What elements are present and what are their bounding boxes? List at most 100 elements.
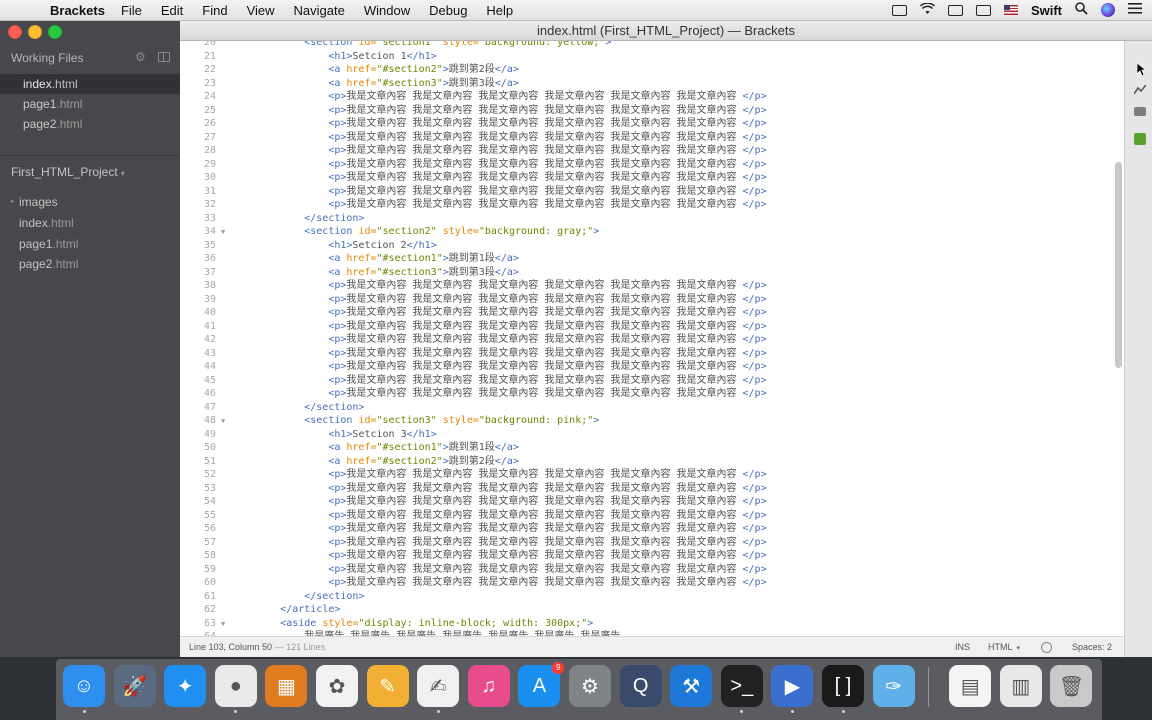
code-line[interactable]: 21 <h1>Setcion 1</h1>: [180, 50, 1124, 64]
finder-icon[interactable]: ☺: [63, 665, 105, 707]
code-line[interactable]: 44 <p>我是文章內容 我是文章內容 我是文章內容 我是文章內容 我是文章內容…: [180, 360, 1124, 374]
code-line[interactable]: 46 <p>我是文章內容 我是文章內容 我是文章內容 我是文章內容 我是文章內容…: [180, 387, 1124, 401]
chrome-icon[interactable]: ●: [214, 665, 257, 707]
extension-icon[interactable]: [1134, 133, 1146, 145]
pdf-document-icon[interactable]: ▤: [949, 665, 992, 707]
fold-toggle-icon[interactable]: ▼: [221, 618, 229, 632]
code-line[interactable]: 52 <p>我是文章內容 我是文章內容 我是文章內容 我是文章內容 我是文章內容…: [180, 468, 1124, 482]
code-line[interactable]: 32 <p>我是文章內容 我是文章內容 我是文章內容 我是文章內容 我是文章內容…: [180, 198, 1124, 212]
language-selector[interactable]: HTML ▾: [988, 642, 1020, 652]
launchpad-icon[interactable]: 🚀: [113, 665, 156, 707]
code-line[interactable]: 54 <p>我是文章內容 我是文章內容 我是文章內容 我是文章內容 我是文章內容…: [180, 495, 1124, 509]
screen-recording-icon[interactable]: [891, 4, 907, 16]
code-line[interactable]: 48 ▼ <section id="section3" style="backgr…: [180, 414, 1124, 428]
code-line[interactable]: 51 <a href="#section2">跳到第2段</a>: [180, 455, 1124, 469]
linter-status-icon[interactable]: [1041, 642, 1052, 653]
color-picker-icon[interactable]: ✑: [872, 665, 915, 707]
menu-find[interactable]: Find: [202, 3, 227, 18]
code-line[interactable]: 63 ▼ <aside style="display: inline-block;…: [180, 617, 1124, 631]
code-line[interactable]: 25 <p>我是文章內容 我是文章內容 我是文章內容 我是文章內容 我是文章內容…: [180, 104, 1124, 118]
code-line[interactable]: 36 <a href="#section1">跳到第1段</a>: [180, 252, 1124, 266]
fold-toggle-icon[interactable]: ▼: [221, 415, 229, 429]
code-line[interactable]: 56 <p>我是文章內容 我是文章內容 我是文章內容 我是文章內容 我是文章內容…: [180, 522, 1124, 536]
code-line[interactable]: 47 </section>: [180, 401, 1124, 415]
menu-window[interactable]: Window: [364, 3, 410, 18]
code-line[interactable]: 49 <h1>Setcion 3</h1>: [180, 428, 1124, 442]
working-file-page1[interactable]: page1.html: [0, 94, 180, 114]
tree-file-page1[interactable]: page1.html: [19, 237, 78, 251]
itunes-icon[interactable]: ♫: [467, 665, 510, 707]
code-line[interactable]: 33 </section>: [180, 212, 1124, 226]
us-flag-icon[interactable]: [1003, 5, 1018, 15]
brackets-icon[interactable]: [ ]: [822, 665, 864, 707]
system-preferences-icon[interactable]: ⚙: [569, 665, 611, 707]
code-line[interactable]: 60 <p>我是文章內容 我是文章內容 我是文章內容 我是文章內容 我是文章內容…: [180, 576, 1124, 590]
code-line[interactable]: 29 <p>我是文章內容 我是文章內容 我是文章內容 我是文章內容 我是文章內容…: [180, 158, 1124, 172]
code-line[interactable]: 55 <p>我是文章內容 我是文章內容 我是文章內容 我是文章內容 我是文章內容…: [180, 509, 1124, 523]
working-file-index[interactable]: index.html: [0, 74, 180, 94]
app-menu-brackets[interactable]: Brackets: [50, 3, 105, 18]
code-line[interactable]: 57 <p>我是文章內容 我是文章內容 我是文章內容 我是文章內容 我是文章內容…: [180, 536, 1124, 550]
code-line[interactable]: 58 <p>我是文章內容 我是文章內容 我是文章內容 我是文章內容 我是文章內容…: [180, 549, 1124, 563]
notification-center-icon[interactable]: [1128, 3, 1142, 17]
code-line[interactable]: 53 <p>我是文章內容 我是文章內容 我是文章內容 我是文章內容 我是文章內容…: [180, 482, 1124, 496]
gear-icon[interactable]: ⚙: [135, 50, 146, 64]
indent-setting[interactable]: Spaces: 2: [1072, 642, 1112, 652]
textedit-icon[interactable]: ✍: [417, 665, 460, 707]
code-line[interactable]: 62 </article>: [180, 603, 1124, 617]
menu-file[interactable]: File: [121, 3, 142, 18]
fold-toggle-icon[interactable]: ▼: [221, 226, 229, 240]
code-line[interactable]: 23 <a href="#section3">跳到第3段</a>: [180, 77, 1124, 91]
tree-file-index[interactable]: index.html: [19, 216, 74, 230]
code-line[interactable]: 50 <a href="#section1">跳到第1段</a>: [180, 441, 1124, 455]
terminal-icon[interactable]: >_: [720, 665, 763, 707]
code-line[interactable]: 41 <p>我是文章內容 我是文章內容 我是文章內容 我是文章內容 我是文章內容…: [180, 320, 1124, 334]
code-line[interactable]: 22 <a href="#section2">跳到第2段</a>: [180, 63, 1124, 77]
code-line[interactable]: 42 <p>我是文章內容 我是文章內容 我是文章內容 我是文章內容 我是文章內容…: [180, 333, 1124, 347]
insert-mode-toggle[interactable]: INS: [955, 642, 970, 652]
code-line[interactable]: 43 <p>我是文章內容 我是文章內容 我是文章內容 我是文章內容 我是文章內容…: [180, 347, 1124, 361]
zoom-window-button[interactable]: [48, 25, 62, 39]
cursor-position[interactable]: Line 103, Column 50 — 121 Lines: [189, 642, 325, 652]
xcode-icon[interactable]: ⚒: [670, 665, 713, 707]
quicktime-icon[interactable]: Q: [619, 665, 662, 707]
siri-icon[interactable]: [1101, 3, 1115, 17]
split-view-icon[interactable]: [158, 52, 170, 62]
code-line[interactable]: 38 <p>我是文章內容 我是文章內容 我是文章內容 我是文章內容 我是文章內容…: [180, 279, 1124, 293]
pages-icon[interactable]: ✎: [366, 665, 409, 707]
code-line[interactable]: 31 <p>我是文章內容 我是文章內容 我是文章內容 我是文章內容 我是文章內容…: [180, 185, 1124, 199]
photos-icon[interactable]: ✿: [316, 665, 358, 707]
wifi-icon[interactable]: [919, 1, 935, 18]
screenshot-document-icon[interactable]: ▥: [999, 665, 1042, 707]
menu-help[interactable]: Help: [486, 3, 513, 18]
code-line[interactable]: 27 <p>我是文章內容 我是文章內容 我是文章內容 我是文章內容 我是文章內容…: [180, 131, 1124, 145]
menu-debug[interactable]: Debug: [429, 3, 467, 18]
code-line[interactable]: 35 <h1>Setcion 2</h1>: [180, 239, 1124, 253]
calculator-icon[interactable]: ▦: [265, 665, 308, 707]
code-line[interactable]: 26 <p>我是文章內容 我是文章內容 我是文章內容 我是文章內容 我是文章內容…: [180, 117, 1124, 131]
code-line[interactable]: 37 <a href="#section3">跳到第3段</a>: [180, 266, 1124, 280]
screenflow-icon[interactable]: ▶: [771, 665, 814, 707]
code-line[interactable]: 40 <p>我是文章內容 我是文章內容 我是文章內容 我是文章內容 我是文章內容…: [180, 306, 1124, 320]
menu-view[interactable]: View: [247, 3, 275, 18]
code-line[interactable]: 39 <p>我是文章內容 我是文章內容 我是文章內容 我是文章內容 我是文章內容…: [180, 293, 1124, 307]
code-line[interactable]: 45 <p>我是文章內容 我是文章內容 我是文章內容 我是文章內容 我是文章內容…: [180, 374, 1124, 388]
input-source-label[interactable]: Swift: [1031, 3, 1062, 18]
tree-file-page2[interactable]: page2.html: [19, 257, 78, 271]
code-line[interactable]: 34 ▼ <section id="section2" style="backgr…: [180, 225, 1124, 239]
code-line[interactable]: 59 <p>我是文章內容 我是文章內容 我是文章內容 我是文章內容 我是文章內容…: [180, 563, 1124, 577]
code-line[interactable]: 24 <p>我是文章內容 我是文章內容 我是文章內容 我是文章內容 我是文章內容…: [180, 90, 1124, 104]
code-line[interactable]: 28 <p>我是文章內容 我是文章內容 我是文章內容 我是文章內容 我是文章內容…: [180, 144, 1124, 158]
airplay-icon[interactable]: [947, 4, 963, 16]
code-editor[interactable]: 20 <section id="section1" style="backgro…: [180, 41, 1124, 636]
disclosure-triangle-icon[interactable]: ▸: [11, 197, 15, 205]
project-dropdown[interactable]: First_HTML_Project ▾: [11, 165, 125, 179]
minimize-window-button[interactable]: [28, 25, 42, 39]
tree-folder-images[interactable]: ▸ images: [11, 195, 58, 209]
code-line[interactable]: 61 </section>: [180, 590, 1124, 604]
menu-navigate[interactable]: Navigate: [294, 3, 345, 18]
live-preview-icon[interactable]: [1133, 83, 1147, 95]
spotlight-search-icon[interactable]: [1075, 2, 1088, 18]
code-line[interactable]: 30 <p>我是文章內容 我是文章內容 我是文章內容 我是文章內容 我是文章內容…: [180, 171, 1124, 185]
trash-icon[interactable]: 🗑: [1050, 665, 1093, 707]
